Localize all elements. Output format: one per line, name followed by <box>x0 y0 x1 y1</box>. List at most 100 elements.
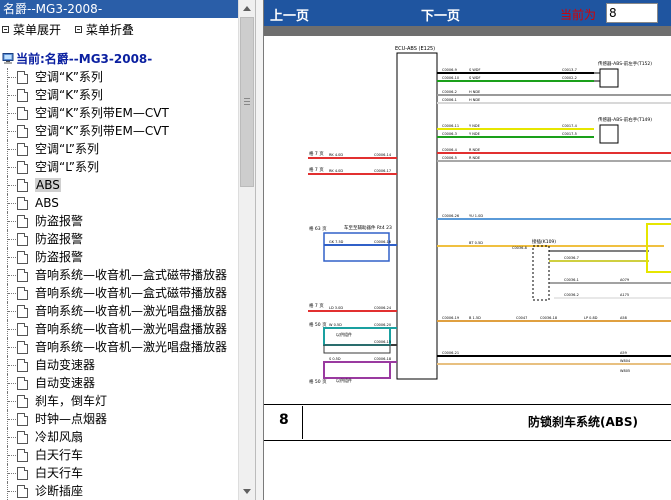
left-panel-title: 名爵--MG3-2008- <box>0 0 238 18</box>
tree-item-label: 刹车，倒车灯 <box>35 394 108 408</box>
document-icon <box>17 233 28 246</box>
tree-item[interactable]: ABS <box>0 194 238 212</box>
collapse-menu-label: 菜单折叠 <box>85 23 134 37</box>
connector-label: A59 <box>620 351 627 355</box>
tree-item[interactable]: 刹车，倒车灯 <box>0 392 238 410</box>
tree-item-label: 空调“K”系列带EM—CVT <box>35 124 169 138</box>
tree-item[interactable]: 空调“K”系列 <box>0 68 238 86</box>
connector-label: C0017-5 <box>562 132 577 136</box>
tree-item[interactable]: 自动变速器 <box>0 374 238 392</box>
tree-item[interactable]: 空调“K”系列 <box>0 86 238 104</box>
tree-item-label: 空调“L”系列 <box>35 142 99 156</box>
tree-item[interactable]: 空调“L”系列 <box>0 158 238 176</box>
collapse-menu-button[interactable]: 菜单折叠 <box>74 20 134 40</box>
page-tag-1: 格 7 页 <box>309 150 324 157</box>
pin-label: C0006-21 <box>442 351 459 355</box>
wire-label: R NDE <box>469 156 480 160</box>
footer-bottom-rule <box>264 440 671 441</box>
document-icon <box>17 215 28 228</box>
tree-item[interactable]: 冷却风扇 <box>0 428 238 446</box>
scroll-up-button[interactable] <box>239 0 255 17</box>
connector-label: C0036-8 <box>512 246 527 250</box>
current-page-input[interactable]: 8 <box>606 3 658 23</box>
document-icon <box>17 89 28 102</box>
tree-item[interactable]: 音响系统—收音机—激光唱盘播放器 <box>0 320 238 338</box>
page-nav-bar: 上一页 下一页 当前为 8 <box>264 0 671 26</box>
footer-top-rule <box>264 404 671 405</box>
document-icon <box>17 143 28 156</box>
prev-page-link[interactable]: 上一页 <box>270 5 309 24</box>
left-panel: 名爵--MG3-2008- 菜单展开 菜单折叠 当前:名爵--MG3-2008-… <box>0 0 255 500</box>
diagram-subtitle: 车至至辅助器件 Rt4 23 <box>344 224 392 231</box>
tree-item-label: 自动变速器 <box>35 358 96 372</box>
tree-item[interactable]: 音响系统—收音机—盒式磁带播放器 <box>0 266 238 284</box>
document-icon <box>17 431 28 444</box>
wire-label: W 0.5D <box>329 323 342 327</box>
tree-root-label: 当前:名爵--MG3-2008- <box>16 52 153 66</box>
scroll-down-button[interactable] <box>239 483 255 500</box>
connector-label: C0002-2 <box>562 76 577 80</box>
tree-item-label: ABS <box>35 196 59 210</box>
component-label: 以供组件 <box>336 331 352 337</box>
tree-item[interactable]: 音响系统—收音机—盒式磁带播放器 <box>0 284 238 302</box>
tree-item[interactable]: 音响系统—收音机—激光唱盘播放器 <box>0 302 238 320</box>
document-icon <box>17 251 28 264</box>
pin-label: C0006-15 <box>374 340 391 344</box>
tree-item[interactable]: 诊断插座 <box>0 482 238 500</box>
wire-label: H NDE <box>469 98 480 102</box>
scroll-thumb[interactable] <box>240 17 254 187</box>
expand-menu-button[interactable]: 菜单展开 <box>2 20 61 40</box>
tree-item[interactable]: 空调“K”系列带EM—CVT <box>0 122 238 140</box>
tree-item-label: 音响系统—收音机—盒式磁带播放器 <box>35 286 228 300</box>
document-icon <box>17 71 28 84</box>
connector-label: W804 <box>620 359 631 363</box>
tree-item[interactable]: 白天行车 <box>0 446 238 464</box>
tree-item[interactable]: ABS <box>0 176 238 194</box>
connector-label: C0017-4 <box>562 124 578 128</box>
connector-label: C0047 <box>516 316 527 320</box>
tree-actions: 菜单展开 菜单折叠 <box>0 20 238 40</box>
tree-item[interactable]: 空调“K”系列带EM—CVT <box>0 104 238 122</box>
tree-item[interactable]: 音响系统—收音机—激光唱盘播放器 <box>0 338 238 356</box>
tree-item-label: 白天行车 <box>35 466 84 480</box>
wire-label: H NDE <box>469 90 480 94</box>
tree-item[interactable]: 自动变速器 <box>0 356 238 374</box>
pin-label: C0006-16 <box>374 240 391 244</box>
tree-item[interactable]: 时钟—点烟器 <box>0 410 238 428</box>
tree-item-label: 冷却风扇 <box>35 430 84 444</box>
left-scrollbar[interactable] <box>238 0 255 500</box>
tree-item[interactable]: 空调“L”系列 <box>0 140 238 158</box>
document-icon <box>17 305 28 318</box>
right-panel: 上一页 下一页 当前为 8 ECU-ABS (E125) 传感器-ABS-前左手… <box>264 0 671 500</box>
ecu-label: ECU-ABS (E125) <box>395 46 435 52</box>
document-icon <box>17 395 28 408</box>
tree-item[interactable]: 防盗报警 <box>0 248 238 266</box>
tree-item-label: 诊断插座 <box>35 484 84 498</box>
tree-item[interactable]: 防盗报警 <box>0 230 238 248</box>
next-page-link[interactable]: 下一页 <box>421 5 460 24</box>
panel-splitter[interactable] <box>255 0 264 500</box>
document-icon <box>17 413 28 426</box>
pin-label: C0006-10 <box>442 76 459 80</box>
connector-label: C0036-18 <box>540 316 557 320</box>
wire-label: R NDE <box>469 148 480 152</box>
pin-label: C0006-5 <box>442 156 457 160</box>
tree-item[interactable]: 防盗报警 <box>0 212 238 230</box>
document-icon <box>17 485 28 498</box>
tree-item-label: 空调“K”系列带EM—CVT <box>35 106 169 120</box>
tree-item-label: 空调“L”系列 <box>35 160 99 174</box>
pin-label: C0006-11 <box>442 124 459 128</box>
tree-root[interactable]: 当前:名爵--MG3-2008- <box>0 50 238 68</box>
tree-view: 当前:名爵--MG3-2008- 空调“K”系列 空调“K”系列空调“K”系列带E… <box>0 50 238 500</box>
tree-item[interactable]: 白天行车 <box>0 464 238 482</box>
wire-label: RK 4.0D <box>329 153 343 157</box>
wire-label: B 1.5D <box>469 316 481 320</box>
tree-item-label: 音响系统—收音机—激光唱盘播放器 <box>35 340 228 354</box>
document-icon <box>17 341 28 354</box>
wire-label: S 0.5D <box>329 357 341 361</box>
connector-label: A175 <box>620 293 629 297</box>
tree-item-label: 防盗报警 <box>35 214 84 228</box>
wire-label: LP 0.8D <box>584 316 598 320</box>
tree-item-label: 防盗报警 <box>35 232 84 246</box>
page-tag-5: 格 50 页 <box>309 321 327 328</box>
